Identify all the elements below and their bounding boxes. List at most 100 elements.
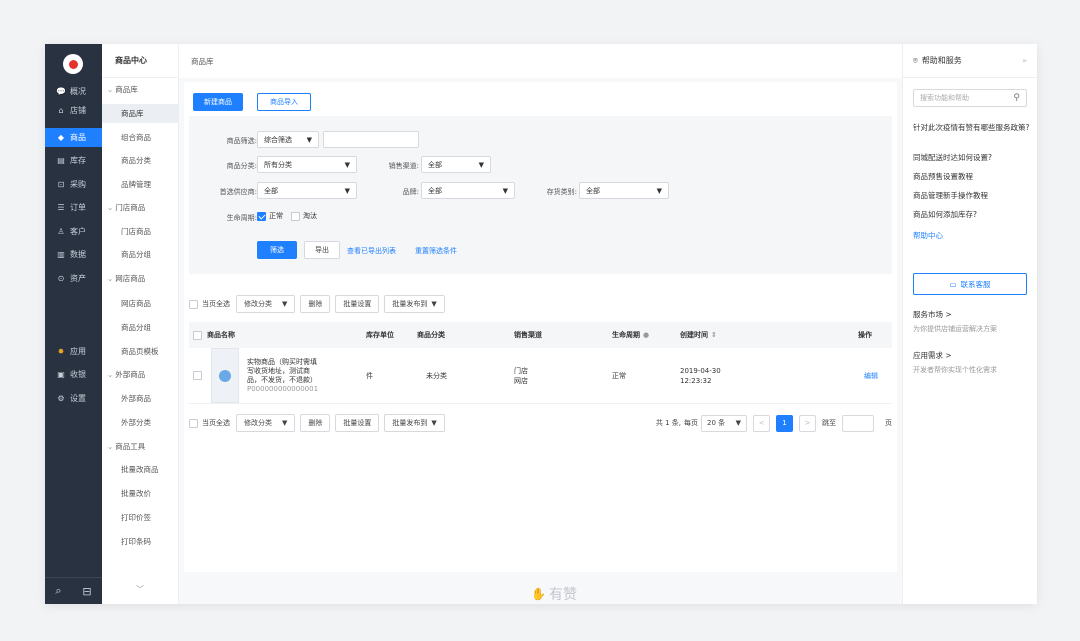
prev-page-button[interactable]: < (753, 414, 770, 432)
jump-label: 跳至 (822, 419, 836, 427)
sub-item-category[interactable]: 商品分类 (102, 151, 179, 170)
sub-item-external-category[interactable]: 外部分类 (102, 413, 179, 432)
nav-item-products[interactable]: ◆ 商品 (45, 128, 102, 147)
youzan-logo-icon[interactable] (63, 54, 83, 74)
export-button[interactable]: 导出 (304, 241, 340, 259)
sub-item-store-groups[interactable]: 商品分组 (102, 245, 179, 264)
nav-item-overview[interactable]: 💬 概况 (45, 82, 102, 101)
nav-item-assets[interactable]: ⊙ 资产 (45, 269, 102, 288)
batch-publish-button-bottom[interactable]: 批量发布到 ▼ (384, 414, 445, 432)
help-search-input[interactable]: 搜索功能和帮助 ⚲ (913, 89, 1027, 107)
channel-select[interactable]: 全部 ▼ (421, 156, 491, 173)
delete-button[interactable]: 删除 (300, 295, 331, 313)
nav-item-store[interactable]: ⌂ 店铺 (45, 101, 102, 120)
new-product-button[interactable]: 新建商品 (193, 93, 243, 111)
tag-icon: ◆ (57, 133, 65, 142)
product-filter-select[interactable]: 综合筛选 ▼ (257, 131, 319, 148)
sub-item-library[interactable]: 商品库 (102, 104, 179, 123)
nav-group-library[interactable]: ⌄ 商品库 (102, 80, 179, 99)
chevron-down-icon: ⌄ (107, 370, 114, 379)
nav-item-apps[interactable]: ✸ 应用 (45, 342, 102, 361)
header-select-checkbox-cell (193, 322, 202, 348)
nav-item-cashier[interactable]: ▣ 收银 (45, 365, 102, 384)
nav-group-tools[interactable]: ⌄ 商品工具 (102, 437, 179, 456)
nav-item-purchase[interactable]: ⊡ 采购 (45, 175, 102, 194)
sub-item-page-template[interactable]: 商品页模板 (102, 342, 179, 361)
nav-item-data[interactable]: ▥ 数据 (45, 245, 102, 264)
product-filter-input[interactable] (323, 131, 419, 148)
nav-item-customers[interactable]: ♙ 客户 (45, 222, 102, 241)
nav-item-settings[interactable]: ⚙ 设置 (45, 389, 102, 408)
reset-filter-link[interactable]: 重置筛选条件 (415, 246, 457, 256)
category-select[interactable]: 所有分类 ▼ (257, 156, 357, 173)
header-action: 操作 (858, 331, 872, 339)
help-question[interactable]: 商品管理新手操作教程 (913, 190, 1031, 201)
contact-support-button[interactable]: ▭ 联系客服 (913, 273, 1027, 295)
nav-group-external[interactable]: ⌄ 外部商品 (102, 365, 179, 384)
help-center-link[interactable]: 帮助中心 (913, 230, 943, 241)
sub-item-store-products[interactable]: 门店商品 (102, 222, 179, 241)
edit-link[interactable]: 编辑 (864, 348, 878, 403)
page-1-button[interactable]: 1 (776, 414, 793, 432)
caret-down-icon: ▼ (344, 160, 350, 169)
service-market-link[interactable]: 服务市场 > (913, 309, 952, 320)
thumbs-up-icon: ✋ (531, 587, 546, 601)
sub-item-online-groups[interactable]: 商品分组 (102, 318, 179, 337)
import-product-button[interactable]: 商品导入 (257, 93, 311, 111)
select-all-checkbox[interactable] (189, 299, 198, 309)
caret-down-icon: ▼ (502, 186, 508, 195)
select-all-checkbox-bottom[interactable] (189, 418, 198, 428)
help-question[interactable]: 商品预售设置教程 (913, 171, 1031, 182)
asset-icon: ⊙ (57, 274, 65, 283)
sub-item-batch-edit[interactable]: 批量改商品 (102, 460, 179, 479)
collapse-chevron-icon[interactable]: ﹀ (136, 584, 144, 595)
sub-item-brand[interactable]: 品牌管理 (102, 175, 179, 194)
modify-category-button[interactable]: 修改分类 ▼ (236, 295, 296, 313)
sub-item-combo[interactable]: 组合商品 (102, 128, 179, 147)
help-question[interactable]: 针对此次疫情有赞有哪些服务政策? (913, 122, 1031, 133)
sub-item-print-barcode[interactable]: 打印条码 (102, 532, 179, 551)
sub-item-online-products[interactable]: 网店商品 (102, 294, 179, 313)
lifecycle-obsolete-checkbox[interactable] (291, 211, 300, 221)
filter-button[interactable]: 筛选 (257, 241, 297, 259)
lifecycle-normal-checkbox[interactable] (257, 211, 266, 221)
sub-item-external-products[interactable]: 外部商品 (102, 389, 179, 408)
stock-type-select[interactable]: 全部 ▼ (579, 182, 669, 199)
nav-item-orders[interactable]: ☰ 订单 (45, 198, 102, 217)
header-created[interactable]: 创建时间 ⇕ (680, 322, 717, 348)
nav-group-store-products[interactable]: ⌄ 门店商品 (102, 198, 179, 217)
chevron-down-icon: ⌄ (107, 274, 114, 283)
help-question[interactable]: 商品如何添加库存? (913, 209, 1031, 220)
header-name: 商品名称 (207, 331, 235, 339)
supplier-select[interactable]: 全部 ▼ (257, 182, 357, 199)
order-icon: ☰ (57, 203, 65, 212)
nav-group-online-products[interactable]: ⌄ 网店商品 (102, 269, 179, 288)
batch-publish-button[interactable]: 批量发布到 ▼ (384, 295, 445, 313)
next-page-button[interactable]: > (799, 414, 816, 432)
brand-label: 品牌: (402, 188, 419, 196)
app-request-link[interactable]: 应用需求 > (913, 350, 952, 361)
jump-page-input[interactable] (842, 414, 874, 432)
product-name-cell[interactable]: 实物商品（购买时需填 写收货地址，测试商 品，不发货，不退款） P0000000… (247, 348, 318, 403)
per-page-select[interactable]: 20 条 ▼ (701, 414, 747, 432)
view-exports-link[interactable]: 查看已导出列表 (347, 246, 396, 256)
brand-select[interactable]: 全部 ▼ (421, 182, 515, 199)
nav-item-inventory[interactable]: ▤ 库存 (45, 151, 102, 170)
search-icon[interactable]: ⌕ (55, 584, 61, 598)
sub-item-batch-price[interactable]: 批量改价 (102, 484, 179, 503)
batch-settings-button[interactable]: 批量设置 (335, 295, 380, 313)
select-all-label: 当页全选 (202, 300, 230, 308)
collapse-icon[interactable]: » (1022, 56, 1027, 65)
batch-settings-button-bottom[interactable]: 批量设置 (335, 414, 380, 432)
row-checkbox[interactable] (193, 371, 202, 380)
filter-panel: 商品筛选: 综合筛选 ▼ 商品分类: 所有分类 ▼ 销售渠道: 全部 ▼ 首选供应商:… (189, 116, 892, 274)
message-icon[interactable]: ⊟ (82, 585, 91, 598)
modify-category-button-bottom[interactable]: 修改分类 ▼ (236, 414, 296, 432)
caret-down-icon: ▼ (282, 419, 288, 427)
header-checkbox[interactable] (193, 330, 202, 340)
sub-item-print-price-tag[interactable]: 打印价签 (102, 508, 179, 527)
help-question[interactable]: 同城配送时达如何设置? (913, 152, 1031, 163)
main-content: 商品库 新建商品 商品导入 商品筛选: 综合筛选 ▼ 商品分类: 所有分类 ▼ 销售… (179, 44, 902, 604)
gear-icon: ⚙ (57, 394, 65, 403)
delete-button-bottom[interactable]: 删除 (300, 414, 331, 432)
